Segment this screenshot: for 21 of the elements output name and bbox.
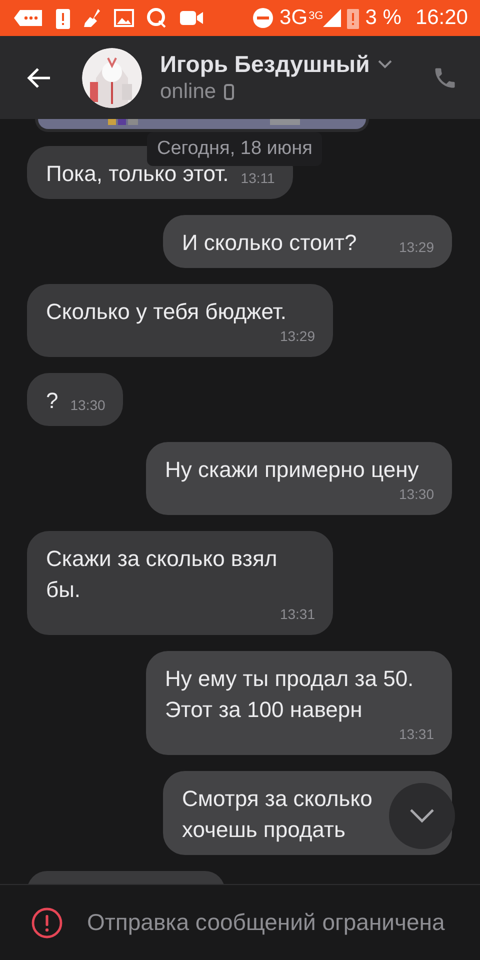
message-text: Ну ему ты продал за 50. Этот за 100 наверн — [165, 665, 415, 724]
message-time: 13:29 — [398, 238, 434, 256]
message-time: 13:31 — [398, 725, 434, 743]
contact-name[interactable]: Игорь Бездушный — [160, 51, 370, 78]
message-time: 13:30 — [70, 396, 106, 414]
message-time: 13:31 — [280, 605, 315, 623]
network-type: 3G — [280, 6, 308, 30]
message-time: 13:29 — [280, 327, 315, 345]
message-time: 13:30 — [398, 485, 434, 503]
message-text: Ну скажи примерно цену — [165, 456, 419, 484]
network-label: 3G — [308, 10, 324, 22]
message-text: Смотря за сколько хочешь продать — [182, 785, 372, 844]
battery-level: 3 % — [365, 6, 402, 30]
restriction-notice: Отправка сообщений ограничена — [87, 909, 445, 936]
message-text: Сколько у тебя бюджет. — [46, 298, 287, 326]
online-status: online — [160, 80, 216, 104]
message-text: Скажи за сколько взял бы. — [46, 545, 278, 604]
message-text: И сколько стоит? — [182, 229, 357, 257]
message-text: ? — [46, 387, 58, 415]
message-time: 13:11 — [240, 169, 275, 187]
clock: 16:20 — [415, 6, 468, 30]
